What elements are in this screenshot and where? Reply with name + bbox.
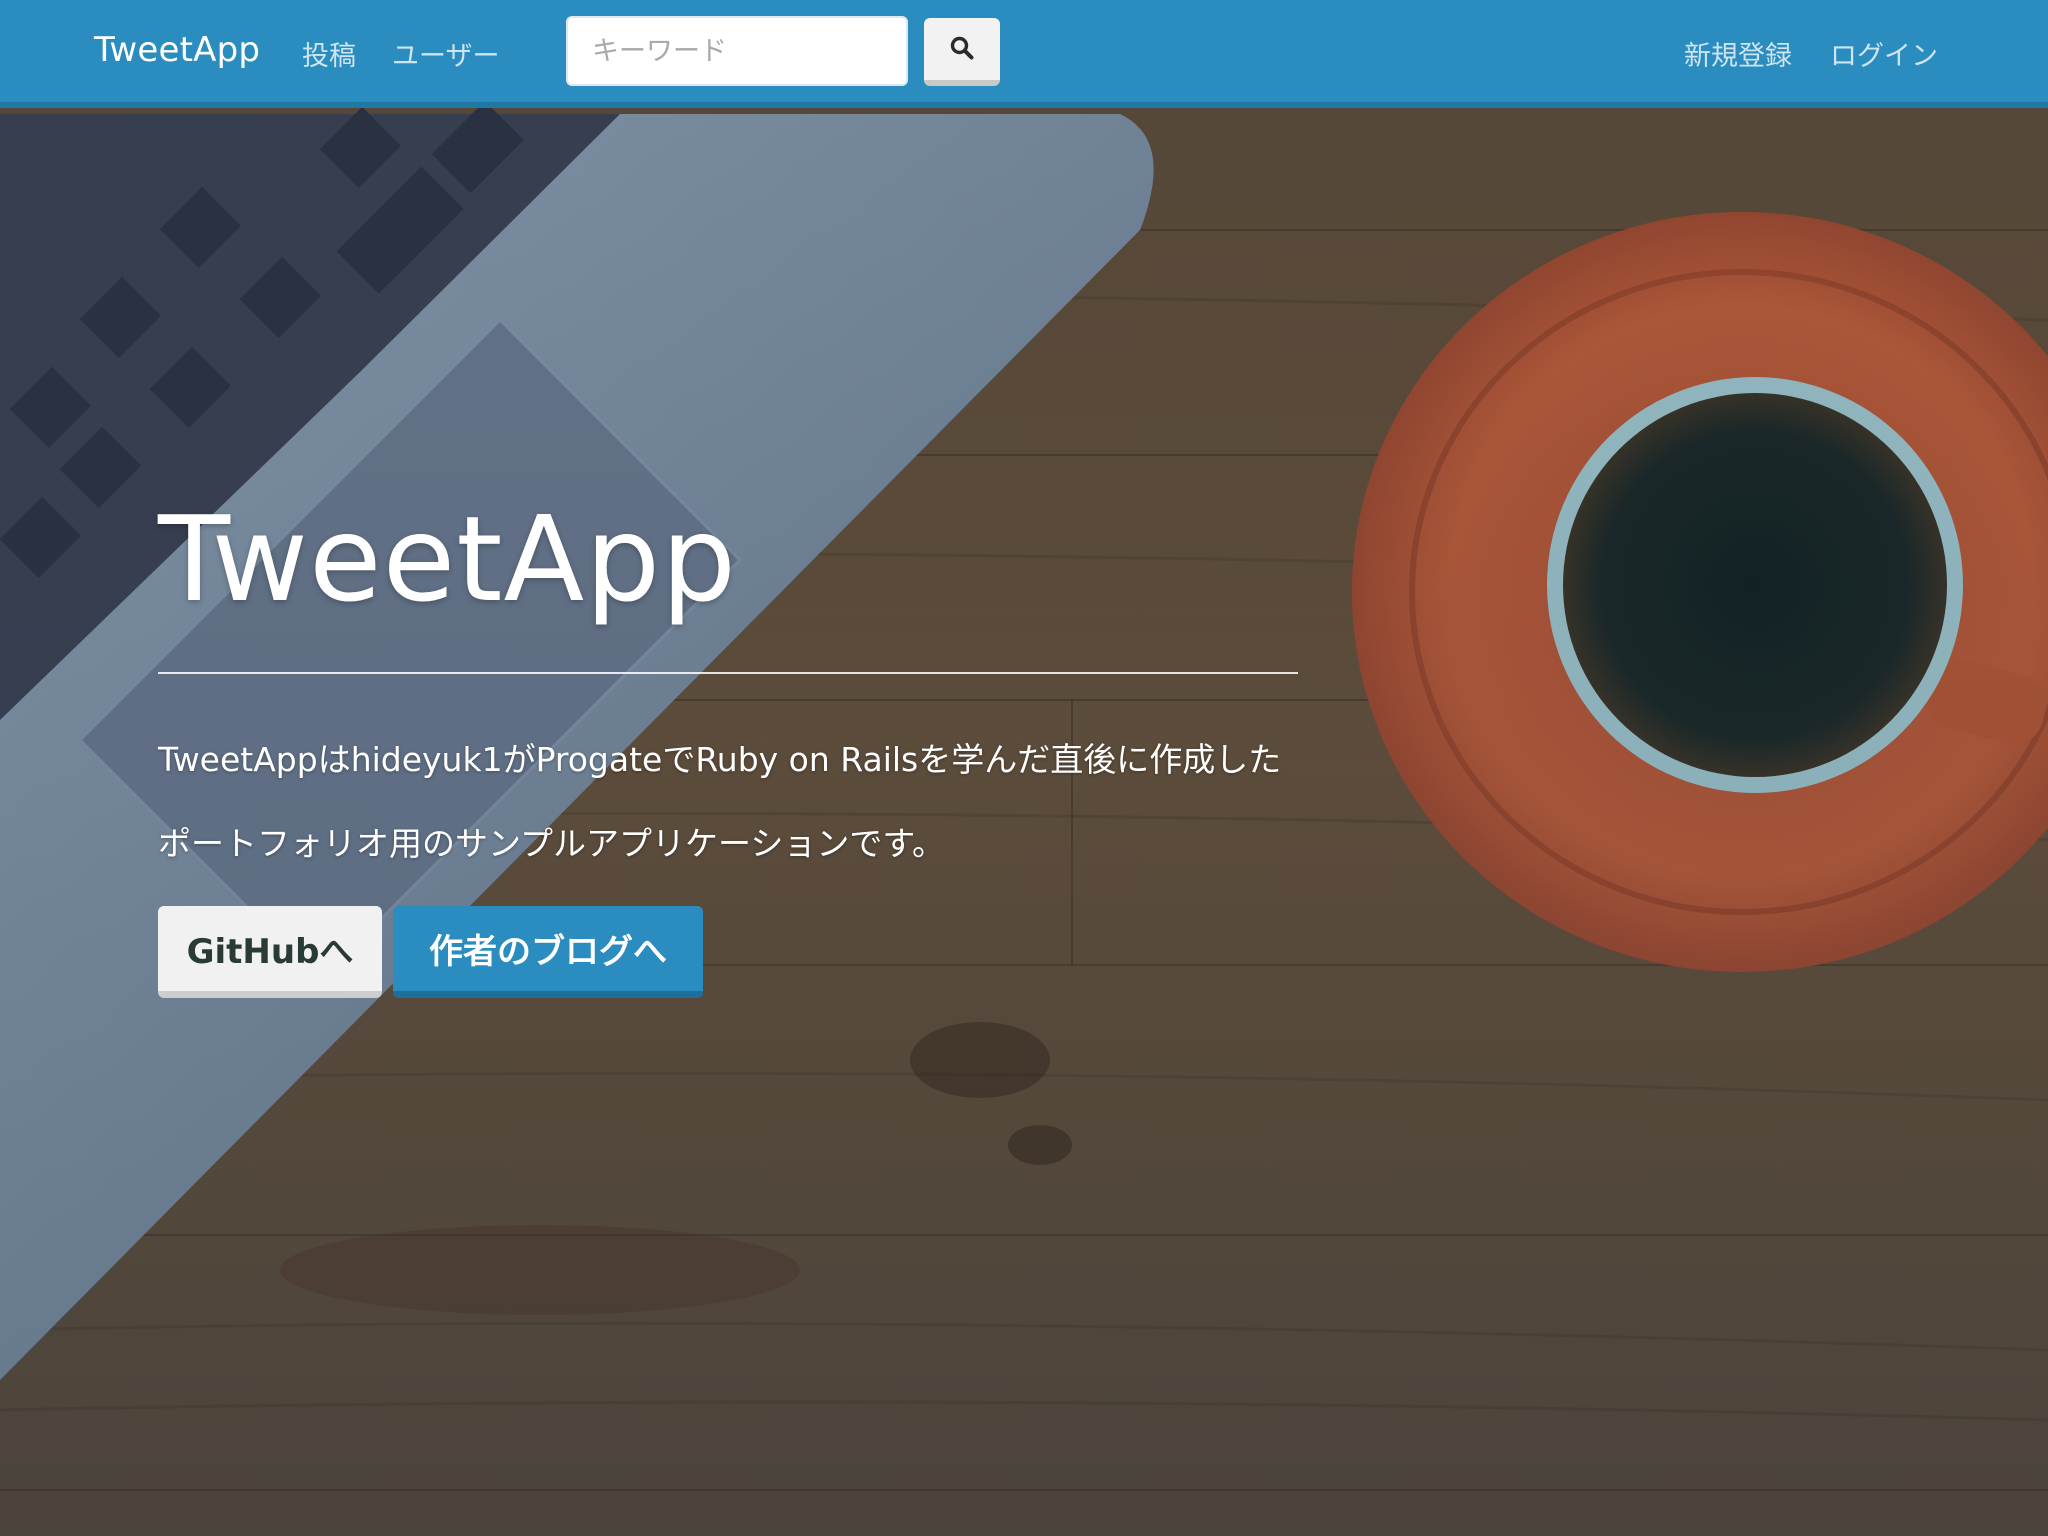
- hero-divider: [158, 672, 1298, 674]
- hero-title: TweetApp: [158, 490, 738, 628]
- blog-button[interactable]: 作者のブログへ: [393, 906, 703, 998]
- hero-description-line2: ポートフォリオ用のサンプルアプリケーションです。: [158, 824, 946, 863]
- hero-description-line1: TweetAppはhideyuk1がProgateでRuby on Railsを…: [158, 740, 1282, 779]
- nav-link-login[interactable]: ログイン: [1830, 34, 1938, 73]
- nav-link-users[interactable]: ユーザー: [392, 34, 499, 73]
- brand-logo-link[interactable]: TweetApp: [94, 30, 260, 70]
- hero-description: TweetAppはhideyuk1がProgateでRuby on Railsを…: [158, 718, 1318, 886]
- search-icon: [949, 35, 975, 64]
- search-button[interactable]: [924, 18, 1000, 86]
- search-input[interactable]: [566, 16, 908, 86]
- nav-link-posts[interactable]: 投稿: [302, 34, 356, 73]
- github-button[interactable]: GitHubへ: [158, 906, 382, 998]
- navbar: TweetApp 投稿 ユーザー 新規登録 ログイン: [0, 0, 2048, 108]
- nav-link-signup[interactable]: 新規登録: [1684, 34, 1792, 73]
